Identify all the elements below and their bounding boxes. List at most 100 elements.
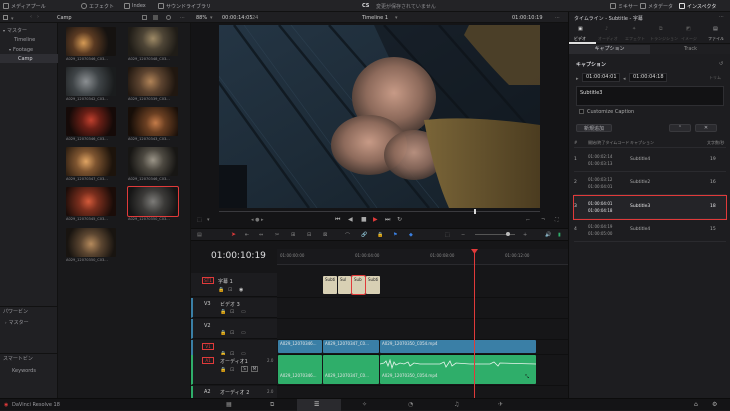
zoom-out-icon[interactable]: − bbox=[461, 232, 465, 238]
caption-row[interactable]: 2 01:00:03:12 01:00:04:01 Subtitle2 16 bbox=[574, 172, 726, 195]
page-fairlight-icon[interactable]: ♫ bbox=[454, 401, 459, 408]
list-view-icon[interactable] bbox=[142, 15, 147, 20]
more-icon[interactable]: ⋯ bbox=[180, 15, 185, 21]
clip-thumbnail[interactable]: A029_12070343_C03... bbox=[128, 107, 178, 143]
zoom-fit-icon[interactable]: ⬚ bbox=[445, 232, 450, 238]
clip-thumbnail[interactable]: A029_12070346_C03... bbox=[66, 27, 116, 63]
chevron-down-icon[interactable]: ▾ bbox=[395, 15, 398, 21]
resize-icon[interactable]: ⤡ bbox=[525, 374, 529, 380]
blade-tool-icon[interactable]: ✂ bbox=[275, 232, 279, 238]
viewer-playhead[interactable] bbox=[474, 209, 476, 214]
caption-text-field[interactable]: Subtitle3 bbox=[576, 86, 724, 106]
tab-video[interactable]: ▣ ビデオ bbox=[569, 24, 596, 44]
subtab-track[interactable]: Track bbox=[650, 45, 730, 54]
safe-area-icon[interactable]: ⬚ bbox=[197, 217, 202, 223]
search-icon[interactable] bbox=[166, 15, 171, 20]
tab-effects[interactable]: ✦ エフェクト bbox=[623, 24, 650, 44]
auto-select-icon[interactable]: ⊡ bbox=[230, 367, 234, 373]
panel-toggle-icon[interactable] bbox=[3, 15, 8, 20]
timeline-ruler[interactable]: 01:00:00:00 01:00:04:00 01:00:08:00 01:0… bbox=[277, 249, 568, 265]
bin-item-footage[interactable]: ▾ Footage bbox=[0, 45, 58, 54]
subtitle-clip[interactable]: Subti bbox=[366, 276, 380, 294]
replace-icon[interactable]: ⊠ bbox=[323, 232, 327, 238]
reverse-icon[interactable]: ◀ bbox=[348, 216, 353, 223]
menu-effects[interactable]: エフェクト bbox=[81, 2, 114, 10]
menu-sound-library[interactable]: サウンドライブラリ bbox=[158, 2, 211, 10]
caption-row[interactable]: 1 01:00:02:14 01:00:03:13 Subtitle4 19 bbox=[574, 149, 726, 172]
viewer-scrubber[interactable] bbox=[219, 211, 540, 212]
timeline-name[interactable]: Timeline 1 bbox=[362, 15, 388, 21]
audio-meter-icon[interactable]: ▮ bbox=[558, 232, 561, 238]
clip-thumbnail-selected[interactable]: A029_12070350_C03... bbox=[127, 186, 179, 223]
menu-inspector[interactable]: インスペクタ bbox=[679, 2, 716, 10]
viewer-zoom[interactable]: 88% bbox=[196, 15, 207, 21]
new-caption-button[interactable]: 新規追加 bbox=[576, 124, 612, 132]
bin-master[interactable]: ▾ マスター bbox=[0, 26, 58, 35]
video-clip[interactable]: A029_12070346... bbox=[278, 340, 322, 353]
snapping-icon[interactable]: ⌒ bbox=[345, 232, 350, 239]
trim-tool-icon[interactable]: ⇤ bbox=[245, 232, 249, 238]
lock-icon[interactable]: 🔒 bbox=[220, 367, 226, 373]
disable-track-icon[interactable]: ▭ bbox=[241, 330, 246, 336]
caption-in-timecode[interactable]: 01:00:04:01 bbox=[582, 73, 620, 82]
clip-thumbnail[interactable]: A029_12070346_C03... bbox=[128, 147, 178, 183]
tab-transition[interactable]: ⧉ トランジション bbox=[650, 24, 678, 44]
track-header-st1[interactable]: ST1 字幕 1 🔒 ⊡ ◉ bbox=[191, 273, 277, 297]
clip-thumbnail[interactable]: A029_12070348_C03... bbox=[128, 27, 178, 63]
zoom-slider-knob[interactable] bbox=[506, 232, 510, 236]
bin-item-camp[interactable]: Camp bbox=[0, 54, 58, 63]
subtab-caption[interactable]: キャプション bbox=[569, 45, 650, 54]
menu-index[interactable]: Index bbox=[124, 2, 146, 10]
layout-icon[interactable]: ▤ bbox=[197, 232, 202, 238]
in-point-icon[interactable]: ⌐ bbox=[526, 217, 530, 223]
chevron-down-icon[interactable]: ▾ bbox=[207, 217, 210, 223]
zoom-in-icon[interactable]: + bbox=[523, 232, 527, 238]
mute-button[interactable]: M bbox=[251, 366, 258, 372]
marker-icon[interactable]: ◆ bbox=[409, 232, 413, 238]
tab-file[interactable]: ▤ ファイル bbox=[704, 24, 730, 44]
smart-bin-keywords[interactable]: Keywords bbox=[0, 366, 58, 375]
stop-icon[interactable]: ■ bbox=[361, 216, 367, 223]
chevron-down-icon[interactable]: ▾ bbox=[210, 15, 213, 21]
gear-icon[interactable]: ⚙ bbox=[712, 401, 717, 408]
out-point-icon[interactable]: ¬ bbox=[541, 217, 545, 223]
page-edit-tab[interactable]: ☰ bbox=[297, 399, 341, 411]
auto-select-icon[interactable]: ⊡ bbox=[230, 309, 234, 315]
selection-tool-icon[interactable]: ➤ bbox=[231, 231, 236, 238]
fullscreen-icon[interactable]: ⛶ bbox=[555, 217, 559, 223]
home-icon[interactable]: ⌂ bbox=[694, 401, 698, 408]
page-color-icon[interactable]: ◔ bbox=[408, 401, 413, 408]
subtitle-clip[interactable]: Sul bbox=[338, 276, 351, 294]
dynamic-trim-icon[interactable]: ⇔ bbox=[259, 232, 263, 238]
menu-mixer[interactable]: ミキサー bbox=[610, 2, 638, 10]
insert-icon[interactable]: ⊞ bbox=[291, 232, 295, 238]
eye-icon[interactable]: ◉ bbox=[239, 287, 243, 293]
page-media-icon[interactable]: ▦ bbox=[226, 401, 232, 408]
track-header-v2[interactable]: V2 🔒 ⊡ ▭ bbox=[191, 319, 277, 339]
tab-audio[interactable]: ♪ オーディオ bbox=[596, 24, 623, 44]
timeline-playhead[interactable] bbox=[474, 249, 475, 399]
menu-media-pool[interactable]: メディアプール bbox=[3, 2, 46, 10]
more-icon[interactable]: ⋯ bbox=[719, 14, 724, 20]
first-frame-icon[interactable]: ⏮ bbox=[335, 216, 340, 224]
caption-row[interactable]: 4 01:00:04:19 01:00:05:00 Subtitle4 15 bbox=[574, 219, 726, 242]
menu-metadata[interactable]: メタデータ bbox=[640, 2, 673, 10]
bin-item-timeline[interactable]: Timeline bbox=[0, 35, 58, 44]
clip-thumbnail[interactable]: A029_12070347_C03... bbox=[66, 147, 116, 183]
flag-icon[interactable]: ⚑ bbox=[393, 232, 397, 238]
chevron-down-icon[interactable]: ▾ bbox=[11, 16, 14, 22]
clip-thumbnail[interactable]: A029_12070339_C03... bbox=[128, 67, 178, 103]
disable-track-icon[interactable]: ▭ bbox=[241, 309, 246, 315]
back-icon[interactable]: ‹ bbox=[30, 14, 32, 20]
audio-clip[interactable]: A029_12070347_C0... bbox=[323, 355, 379, 384]
track-tag-v1[interactable]: V1 bbox=[202, 343, 214, 350]
page-deliver-icon[interactable]: ✈ bbox=[498, 401, 503, 408]
video-frame[interactable] bbox=[219, 25, 540, 208]
track-header-v3[interactable]: V3 ビデオ 3 🔒 ⊡ ▭ bbox=[191, 298, 277, 318]
caption-row-selected[interactable]: 3 01:00:04:01 01:00:04:18 Subtitle3 18 bbox=[573, 195, 727, 220]
lock-icon[interactable]: 🔒 bbox=[218, 287, 224, 293]
caption-out-timecode[interactable]: 01:00:04:18 bbox=[629, 73, 667, 82]
position-lock-icon[interactable]: 🔒 bbox=[377, 232, 383, 238]
track-header-a1[interactable]: A1 オーディオ1 2.0 🔒 ⊡ S M bbox=[191, 355, 277, 385]
solo-button[interactable]: S bbox=[241, 366, 248, 372]
